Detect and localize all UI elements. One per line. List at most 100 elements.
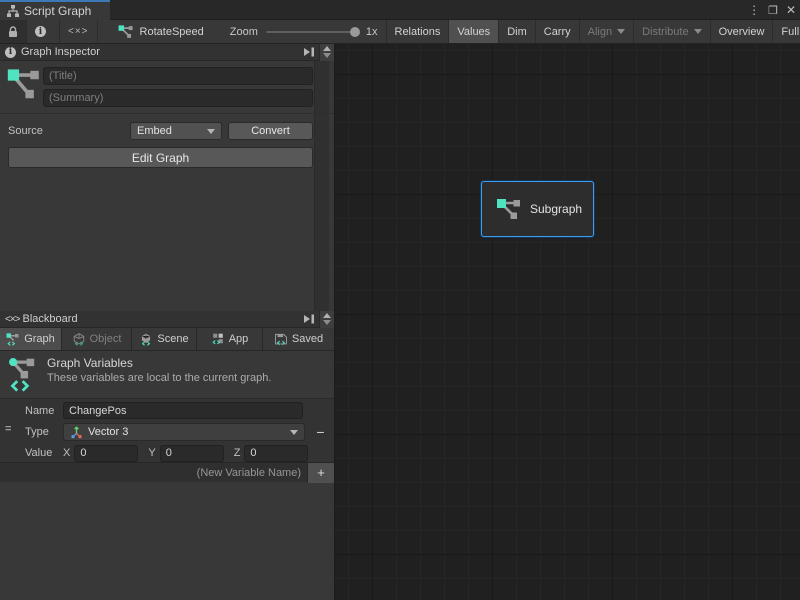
maximize-icon[interactable]: ❐ [768,4,778,17]
inspector-toggle-button[interactable]: i [27,20,60,43]
graph-icon [118,25,134,39]
dock-panel-icon[interactable] [303,47,315,57]
graph-inspector-header[interactable]: i Graph Inspector [0,44,334,61]
new-variable-input[interactable] [0,464,307,482]
value-label: Value [25,447,52,459]
zoom-slider[interactable] [266,31,358,33]
y-axis-label: Y [148,447,155,459]
close-icon[interactable]: ✕ [786,3,796,17]
graph-variables-subtitle: These variables are local to the current… [47,372,271,384]
graph-variables-icon [9,358,39,392]
tab-object[interactable]: Object [62,328,132,350]
relations-button[interactable]: Relations [387,20,450,43]
toolbar-spacer [98,20,108,43]
scroll-up-icon[interactable] [323,46,331,51]
blackboard-header[interactable]: <×> Blackboard [0,311,334,328]
overview-button[interactable]: Overview [711,20,774,43]
unity-script-graph-window: Script Graph ⋮ ❐ ✕ i <×> [0,0,800,600]
side-panel: i Graph Inspector Source Embed Conve [0,44,335,600]
graph-title-input[interactable] [43,67,313,85]
remove-variable-button[interactable]: − [311,424,330,440]
add-variable-button[interactable]: + [307,463,334,483]
distribute-dropdown[interactable]: Distribute [634,20,710,43]
align-dropdown[interactable]: Align [580,20,634,43]
variable-row: = Name Type Vector 3 − Value X Y Z [0,398,334,462]
breadcrumb[interactable]: RotateSpeed [108,20,214,43]
scroll-down-icon[interactable] [323,53,331,58]
tab-scene[interactable]: Scene [132,328,197,350]
source-dropdown[interactable]: Embed [130,122,222,140]
tab-script-graph[interactable]: Script Graph [0,0,110,20]
scroll-arrows[interactable] [319,311,334,328]
blackboard-title: Blackboard [23,313,78,325]
graph-inspector-title: Graph Inspector [21,46,100,58]
breadcrumb-label: RotateSpeed [140,26,204,38]
carry-button[interactable]: Carry [536,20,580,43]
name-label: Name [25,405,54,417]
z-axis-label: Z [234,447,241,459]
dim-button[interactable]: Dim [499,20,536,43]
tab-title: Script Graph [24,4,91,18]
x-value-input[interactable] [74,445,138,462]
tab-bar: Script Graph ⋮ ❐ ✕ [0,0,800,20]
drag-handle[interactable]: = [5,423,11,435]
full-screen-button[interactable]: Full Screen [773,20,800,43]
scroll-down-icon[interactable] [323,320,331,325]
convert-button[interactable]: Convert [228,122,313,140]
vector3-icon [70,426,83,439]
graph-variables-title: Graph Variables [47,356,133,370]
variable-type-value: Vector 3 [88,426,128,438]
graph-variables-icon [6,333,20,346]
variable-name-input[interactable] [63,402,303,419]
zoom-value: 1x [366,26,378,38]
graph-canvas[interactable]: Subgraph [335,44,800,600]
code-brackets-icon: <×> [68,26,89,37]
scroll-up-icon[interactable] [323,313,331,318]
chevron-down-icon [290,430,298,435]
dock-panel-icon[interactable] [303,314,315,324]
y-value-input[interactable] [160,445,224,462]
inspector-scrollbar[interactable] [314,61,329,311]
chevron-down-icon [207,129,215,134]
toolbar-right-group: Relations Values Dim Carry Align Distrib… [387,20,800,43]
graph-toolbar: i <×> RotateSpeed Zoom 1x Relations Valu… [0,20,800,44]
info-icon: i [35,26,46,37]
lock-icon [8,26,18,38]
source-label: Source [8,125,43,137]
vector-value-fields: X Y Z [63,444,334,462]
info-icon: i [5,47,16,58]
zoom-label: Zoom [230,26,258,38]
new-variable-row: + [0,462,334,482]
script-graph-icon [7,5,19,17]
blackboard-tabs: Graph Object Scene [0,328,334,351]
scene-variables-icon [139,333,153,346]
values-button[interactable]: Values [449,20,499,43]
variables-icon: <×> [5,314,20,325]
source-value: Embed [137,125,172,137]
divider [0,113,334,114]
window-menu-icon[interactable]: ⋮ [748,3,760,17]
variables-toggle-button[interactable]: <×> [60,20,98,43]
graph-variables-section: Graph Variables These variables are loca… [0,352,334,398]
object-variables-icon [72,333,86,346]
type-label: Type [25,426,49,438]
tab-graph[interactable]: Graph [0,328,62,350]
lock-button[interactable] [0,20,27,43]
graph-icon [7,68,41,106]
graph-summary-input[interactable] [43,89,313,107]
z-value-input[interactable] [244,445,308,462]
node-label: Subgraph [530,202,582,216]
edit-graph-button[interactable]: Edit Graph [8,147,313,168]
saved-variables-icon [274,333,288,346]
zoom-slider-thumb[interactable] [350,27,360,37]
subgraph-node[interactable]: Subgraph [481,181,594,237]
app-variables-icon [211,333,225,346]
tab-app[interactable]: App [197,328,263,350]
x-axis-label: X [63,447,70,459]
variable-type-dropdown[interactable]: Vector 3 [63,423,305,441]
zoom-control: Zoom 1x [214,20,387,43]
tab-saved[interactable]: Saved [263,328,334,350]
scroll-arrows[interactable] [319,44,334,61]
window-controls: ⋮ ❐ ✕ [748,0,796,20]
graph-icon [496,197,522,221]
